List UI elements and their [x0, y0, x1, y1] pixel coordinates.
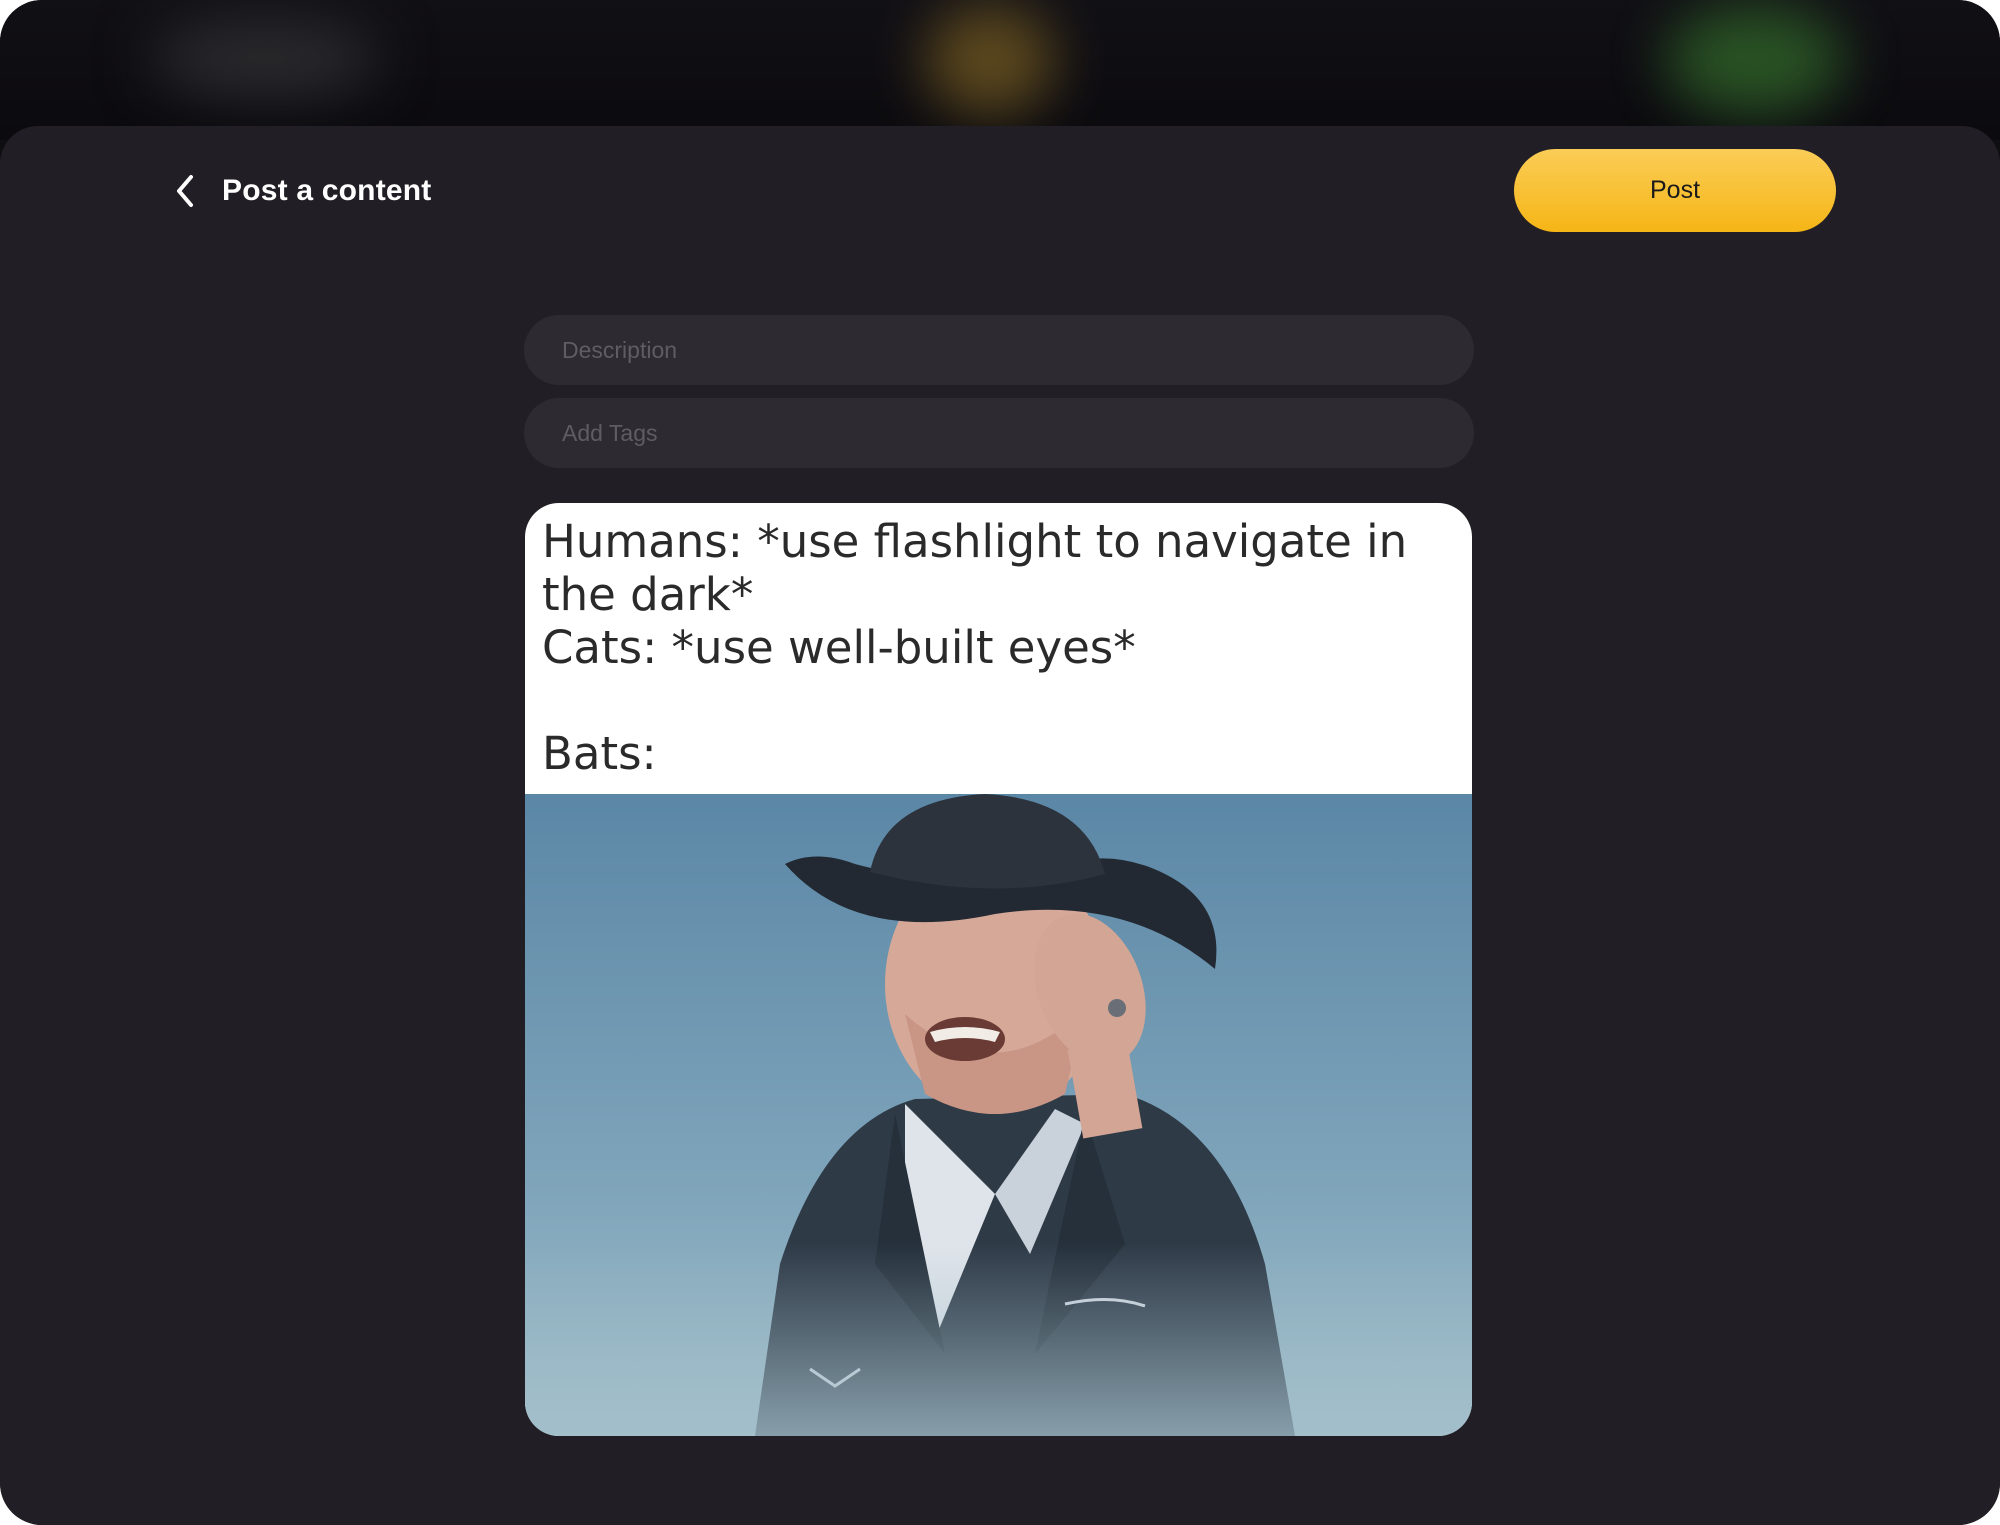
page-title: Post a content	[222, 174, 432, 207]
back-button[interactable]	[170, 171, 200, 211]
post-button[interactable]: Post	[1514, 149, 1836, 232]
description-input[interactable]	[524, 315, 1474, 385]
blurred-background-shape	[925, 5, 1055, 115]
meme-caption: Humans: *use flashlight to navigate in t…	[542, 515, 1408, 780]
tags-input[interactable]	[524, 398, 1474, 468]
blurred-background-shape	[150, 18, 380, 98]
media-preview: Humans: *use flashlight to navigate in t…	[525, 503, 1472, 1436]
meme-photo	[525, 794, 1472, 1436]
app-screen: Post a content Post Humans: *use flashli…	[0, 0, 2000, 1525]
blurred-background-shape	[1665, 5, 1845, 115]
chevron-left-icon	[177, 175, 193, 207]
blurred-background-strip	[0, 0, 2000, 140]
page-header: Post a content	[170, 166, 432, 216]
